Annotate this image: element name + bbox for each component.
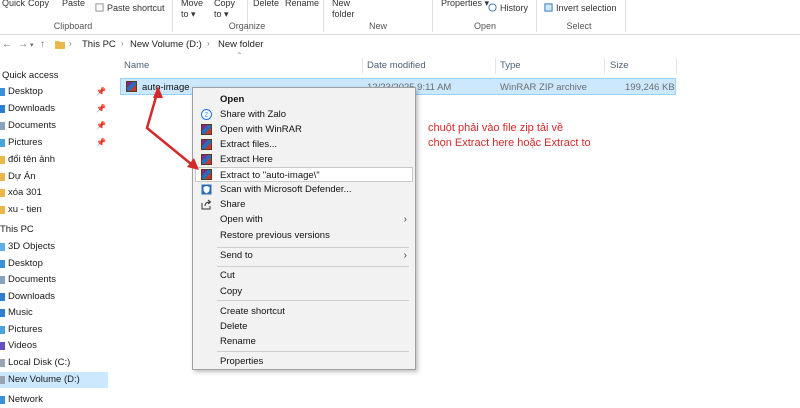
- annotation-arrow-path: [145, 89, 197, 169]
- annotation-text: chuột phải vào file zip tải về chọn Extr…: [428, 121, 591, 151]
- annotation-line-2: chọn Extract here hoặc Extract to: [428, 137, 591, 149]
- annotation-line-1: chuột phải vào file zip tải về: [428, 122, 564, 134]
- annotation-arrows: [145, 86, 199, 170]
- annotation-arrow-head: [187, 158, 199, 170]
- annotation-arrow-head: [153, 86, 163, 98]
